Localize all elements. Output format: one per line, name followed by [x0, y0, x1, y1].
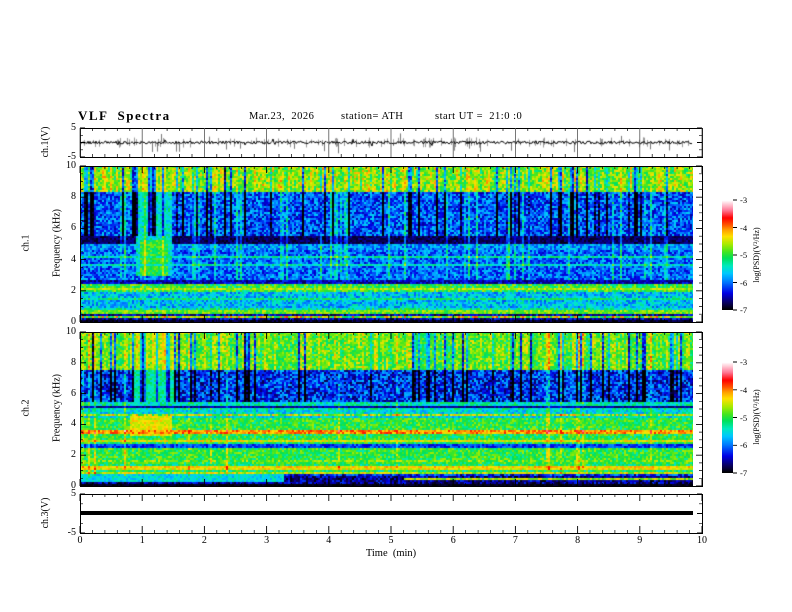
colorbar1-label: log(PSD)(V²/Hz): [752, 227, 761, 283]
ch2-spec-ylabel: ch.2 Frequency (kHz): [2, 374, 83, 442]
ch1-spec-ylabel: ch.1 Frequency (kHz): [2, 209, 83, 277]
ch3-wave-ytick-label: -5: [67, 527, 76, 538]
ch2-spectrogram: [80, 332, 693, 486]
ch1-spec-ytick-label: 4: [71, 253, 76, 265]
ch1-wave-ytick-label: 5: [71, 122, 76, 133]
colorbar-tick-label: -5: [740, 412, 748, 423]
ch2-spec-ytick-label: 8: [71, 356, 76, 368]
date-label: Mar.23, 2026: [249, 111, 315, 122]
ch2-spec-ytick-label: 4: [71, 418, 76, 430]
start-ut-label: start UT = 21:0 :0: [435, 111, 523, 122]
x-tick-label: 2: [201, 535, 207, 546]
colorbar2-label: log(PSD)(V²/Hz): [752, 389, 761, 445]
colorbar-tick-label: -4: [740, 222, 748, 233]
x-tick-label: 1: [139, 535, 145, 546]
ch1-spec-ytick-label: 6: [71, 222, 76, 234]
x-tick-label: 10: [697, 535, 707, 546]
colorbar-tick-label: -7: [740, 304, 748, 315]
colorbar-tick-label: -5: [740, 249, 748, 260]
x-tick-label: 6: [450, 535, 456, 546]
x-tick-label: 7: [512, 535, 518, 546]
colorbar-gradient-2: [722, 362, 733, 473]
time-axis-label: Time (min): [365, 548, 417, 559]
ch1-spec-ylabel-line2: Frequency (kHz): [51, 208, 63, 278]
colorbar-tick-label: -6: [740, 440, 748, 450]
x-tick-label: 3: [264, 535, 270, 546]
ch1-spec-ylabel-line1: ch.1: [20, 234, 32, 252]
x-tick-label: 0: [77, 535, 83, 546]
ch1-spec-ytick-label: 10: [66, 160, 76, 171]
x-tick-label: 4: [326, 535, 332, 546]
ch1-wave-ylabel: ch.1(V): [40, 126, 51, 158]
ch1-spec-ytick-label: 2: [71, 284, 76, 296]
colorbar-gradient-1: [722, 200, 733, 310]
vlf-spectra-plot: VLF Spectra Mar.23, 2026 station= ATH st…: [0, 0, 792, 612]
colorbar-tick-label: -6: [740, 277, 748, 288]
ch1-spec-ytick-label: 8: [71, 191, 76, 203]
ch2-spec-ylabel-line1: ch.2: [20, 399, 32, 417]
ch3-flat-line: [80, 511, 693, 515]
page-title: VLF Spectra: [78, 108, 171, 123]
x-tick-label: 8: [575, 535, 581, 546]
x-tick-label: 5: [388, 535, 394, 546]
ch2-spec-ytick-label: 2: [71, 449, 76, 461]
x-tick-label: 9: [637, 535, 643, 546]
ch2-spec-ylabel-line2: Frequency (kHz): [51, 373, 63, 443]
station-label: station= ATH: [341, 111, 404, 122]
ch2-spec-ytick-label: 10: [66, 326, 76, 337]
ch3-wave-ylabel: ch.3(V): [40, 497, 51, 529]
colorbar-tick-label: -3: [740, 194, 748, 205]
ch1-waveform-plot: [80, 128, 693, 157]
ch3-wave-ytick-label: 5: [71, 488, 76, 499]
colorbar-tick-label: -7: [740, 467, 748, 478]
ch1-spectrogram: [80, 166, 693, 322]
ch2-spec-ytick-label: 6: [71, 387, 76, 399]
colorbar-tick-label: -4: [740, 384, 748, 395]
colorbar-tick-label: -3: [740, 356, 748, 367]
